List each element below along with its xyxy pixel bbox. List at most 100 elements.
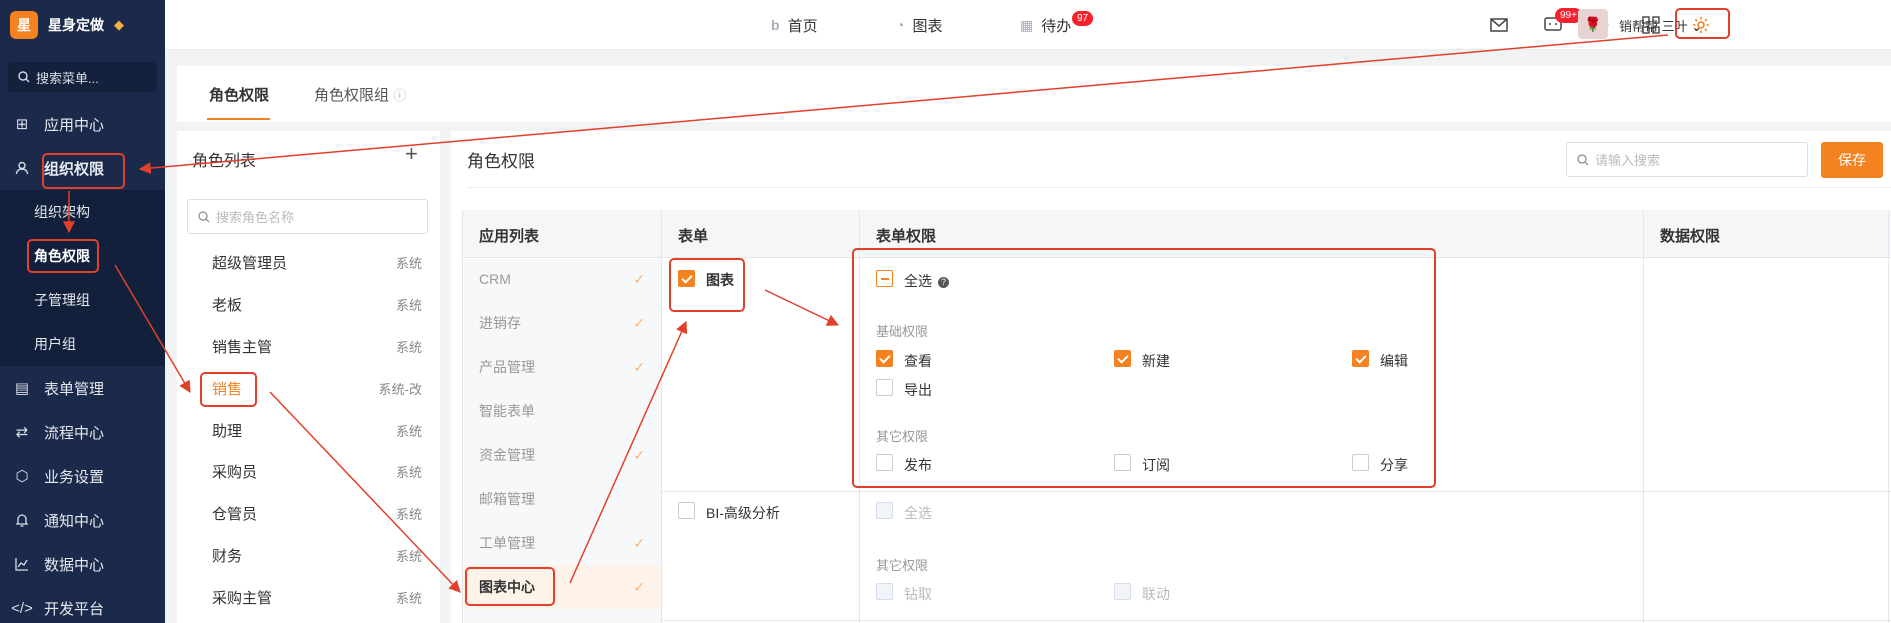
- role-item[interactable]: 助理 系统: [212, 415, 422, 445]
- sidebar-item-form-management[interactable]: ▤ 表单管理: [0, 366, 165, 410]
- cube-icon: ⬡: [15, 468, 29, 485]
- nav-todo-label: 待办: [1041, 17, 1072, 35]
- role-name: 超级管理员: [212, 254, 288, 272]
- brand[interactable]: 星 星身定做 ◆: [0, 0, 165, 50]
- sidebar-item-app-center[interactable]: ⊞ 应用中心: [0, 102, 165, 146]
- annotation-box-sales-role: [200, 372, 257, 407]
- permission-search-placeholder: 请输入搜索: [1595, 153, 1661, 168]
- nav-home-label: 首页: [787, 17, 818, 35]
- menu-search-placeholder: 搜索菜单...: [36, 70, 99, 86]
- role-tag: 系统: [395, 297, 422, 313]
- bell-icon: [14, 512, 30, 528]
- app-item-smart-form[interactable]: 智能表单: [463, 389, 661, 433]
- app-item-fund[interactable]: 资金管理 ✓: [463, 433, 661, 477]
- form-checkbox-bi-analysis[interactable]: [678, 502, 695, 519]
- mail-icon[interactable]: [1486, 12, 1512, 38]
- header-app-list: 应用列表: [479, 228, 540, 245]
- nav-chart[interactable]: ◔ 图表: [896, 0, 942, 50]
- app-name: 资金管理: [479, 447, 535, 463]
- header-form: 表单: [678, 228, 709, 245]
- nav-home[interactable]: b 首页: [771, 0, 818, 50]
- role-item[interactable]: 老板 系统: [212, 289, 422, 319]
- row-divider: [662, 620, 1891, 621]
- role-tag: 系统: [395, 464, 422, 480]
- sidebar-submenu: 组织架构 角色权限 子管理组 用户组: [0, 190, 165, 366]
- sidebar-item-label: 通知中心: [44, 512, 105, 530]
- tab-role-permission[interactable]: 角色权限: [209, 84, 269, 105]
- app-name: CRM: [479, 271, 511, 287]
- help-circle-icon: ⓘ: [393, 88, 407, 103]
- code-icon: </>: [11, 599, 33, 617]
- role-item[interactable]: 销售主管 系统: [212, 331, 422, 361]
- permission-search-input[interactable]: 请输入搜索: [1566, 142, 1808, 177]
- role-search-input[interactable]: 搜索角色名称: [187, 199, 428, 234]
- sidebar-item-data-center[interactable]: 数据中心: [0, 542, 165, 586]
- app-item-crm[interactable]: CRM ✓: [463, 257, 661, 301]
- b-icon: b: [771, 17, 780, 33]
- app-item-inventory[interactable]: 进销存 ✓: [463, 301, 661, 345]
- sidebar: 星 星身定做 ◆ 搜索菜单... ⊞ 应用中心 组织权限 组织架构 角色权限 子…: [0, 0, 165, 623]
- sidebar-item-label: 表单管理: [44, 380, 105, 398]
- diamond-icon: ◆: [114, 17, 124, 32]
- sidebar-sub-sub-admin-group[interactable]: 子管理组: [0, 278, 165, 322]
- divider: [467, 187, 1891, 188]
- search-icon: [18, 71, 30, 83]
- linkage-label: 联动: [1142, 586, 1170, 602]
- sidebar-item-dev-platform[interactable]: </> 开发平台: [0, 586, 165, 623]
- drill-label: 钻取: [904, 586, 932, 602]
- role-item[interactable]: 仓管员 系统: [212, 498, 422, 528]
- role-tag: 系统: [395, 548, 422, 564]
- role-name: 财务: [212, 547, 243, 565]
- sidebar-item-flow-center[interactable]: ⇄ 流程中心: [0, 410, 165, 454]
- role-tag: 系统-改: [378, 381, 422, 397]
- annotation-box-chart-form: [669, 258, 745, 312]
- check-icon: ✓: [633, 534, 645, 551]
- form-name: BI-高级分析: [706, 505, 780, 521]
- add-role-button[interactable]: +: [405, 141, 418, 167]
- role-item[interactable]: 超级管理员 系统: [212, 247, 422, 277]
- annotation-box-chart-center: [465, 567, 555, 606]
- sidebar-item-label: 开发平台: [44, 600, 105, 618]
- app-item-product[interactable]: 产品管理 ✓: [463, 345, 661, 389]
- app-item-ticket[interactable]: 工单管理 ✓: [463, 521, 661, 565]
- annotation-box-settings: [1675, 8, 1730, 39]
- tab-role-permission-group[interactable]: 角色权限组 ⓘ: [314, 84, 406, 105]
- nav-todo[interactable]: ▦ 待办: [1020, 0, 1071, 50]
- check-icon: ✓: [633, 446, 645, 463]
- app-item-mail[interactable]: 邮箱管理: [463, 477, 661, 521]
- role-tag: 系统: [395, 506, 422, 522]
- annotation-box-role-permission: [27, 239, 99, 273]
- avatar[interactable]: 🌹: [1578, 9, 1608, 39]
- sidebar-item-business-settings[interactable]: ⬡ 业务设置: [0, 454, 165, 498]
- role-item[interactable]: 采购主管 系统: [212, 582, 422, 612]
- select-all-checkbox-disabled[interactable]: [876, 502, 893, 519]
- header-data-permission: 数据权限: [1660, 228, 1721, 245]
- search-icon: [198, 210, 210, 222]
- sidebar-item-label: 流程中心: [44, 424, 105, 442]
- app-name: 进销存: [479, 315, 521, 331]
- check-icon: ✓: [633, 314, 645, 331]
- drill-checkbox-disabled[interactable]: [876, 583, 893, 600]
- annotation-box-form-permissions: [852, 248, 1436, 488]
- sidebar-sub-user-group[interactable]: 用户组: [0, 322, 165, 366]
- sidebar-item-notification-center[interactable]: 通知中心: [0, 498, 165, 542]
- role-item[interactable]: 采购员 系统: [212, 456, 422, 486]
- sidebar-item-label: 应用中心: [44, 116, 105, 134]
- role-tag: 系统: [395, 590, 422, 606]
- pie-icon: ◔: [896, 17, 905, 33]
- sidebar-item-label: 业务设置: [44, 468, 105, 486]
- linkage-checkbox-disabled[interactable]: [1114, 583, 1131, 600]
- role-tag: 系统: [395, 255, 422, 271]
- role-item[interactable]: 财务 系统: [212, 540, 422, 570]
- calendar-icon: ▦: [1020, 16, 1034, 33]
- header-form-permission: 表单权限: [876, 228, 937, 245]
- nav-chart-label: 图表: [912, 17, 943, 35]
- role-tag: 系统: [395, 423, 422, 439]
- brand-logo: 星: [10, 11, 38, 39]
- todo-badge: 97: [1072, 11, 1094, 26]
- sidebar-sub-org-structure[interactable]: 组织架构: [0, 190, 165, 234]
- menu-search-input[interactable]: 搜索菜单...: [8, 62, 157, 92]
- select-all-label: 全选: [904, 505, 932, 521]
- save-button[interactable]: 保存: [1821, 142, 1883, 178]
- role-name: 销售主管: [212, 338, 273, 356]
